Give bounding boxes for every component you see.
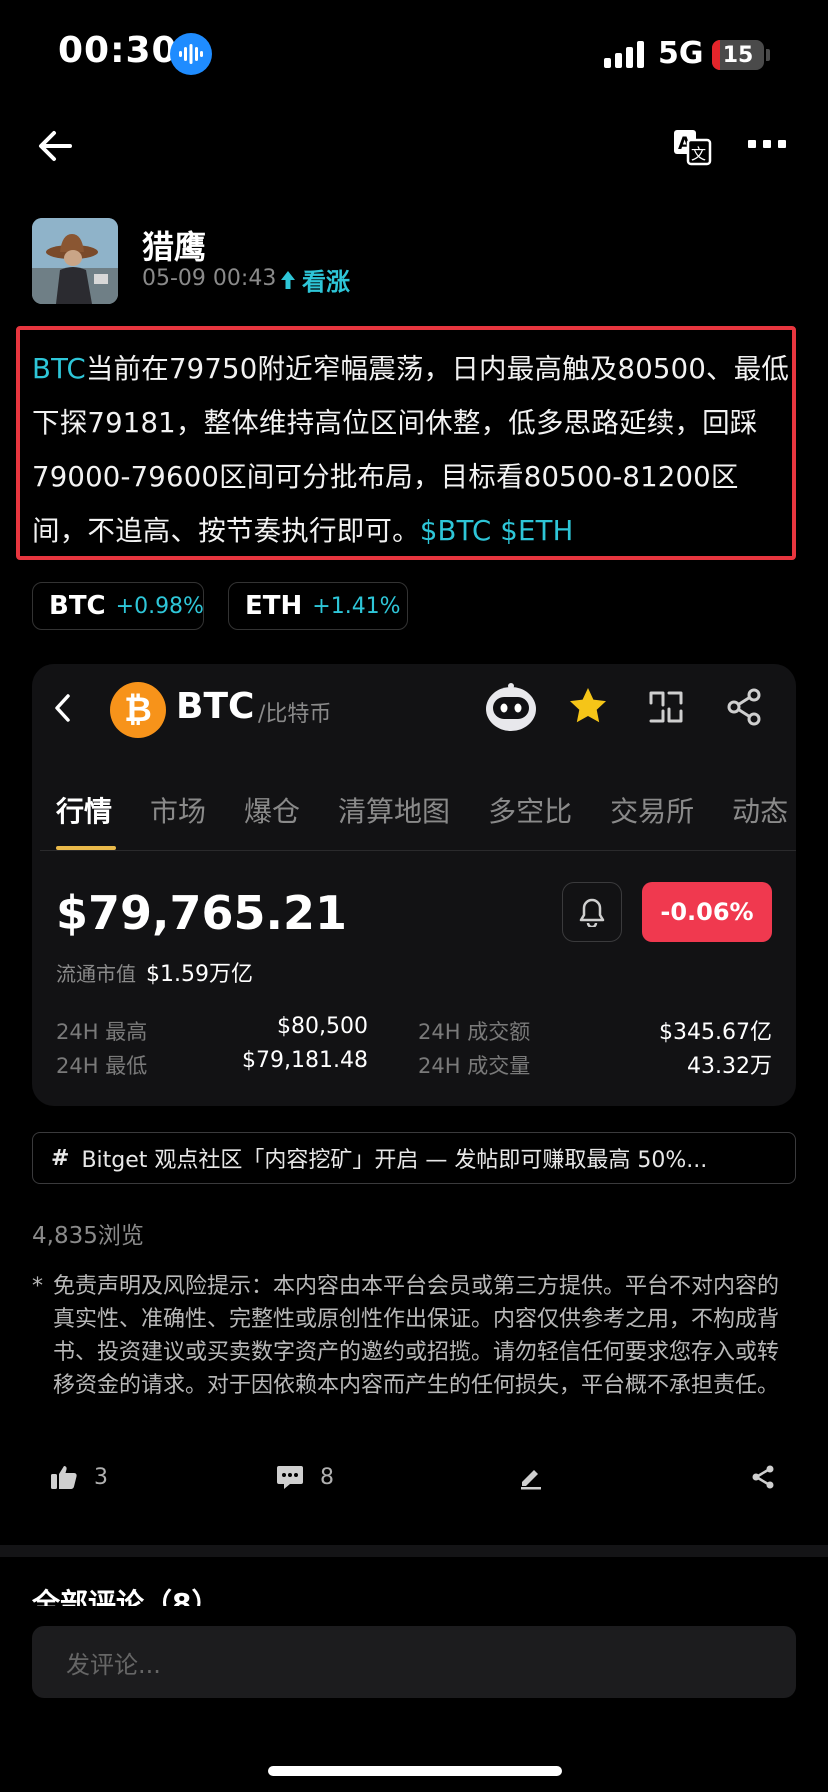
translate-icon[interactable]: A 文 (672, 128, 712, 166)
tab-liquidations[interactable]: 爆仓 (244, 790, 300, 830)
tab-exchanges[interactable]: 交易所 (610, 790, 694, 830)
comment-placeholder: 发评论... (66, 1650, 161, 1679)
chevron-left-icon[interactable] (50, 690, 76, 726)
price-change-badge: -0.06% (642, 882, 772, 942)
high-24h-value: $80,500 (277, 1014, 368, 1039)
post-body: 当前在79750附近窄幅震荡，日内最高触及80500、最低下探79181，整体维… (32, 353, 790, 547)
turnover-24h-label: 24H 成交额 (418, 1020, 531, 1044)
topic-banner[interactable]: # Bitget 观点社区「内容挖矿」开启 — 发帖即可赚取最高 50%... (32, 1132, 796, 1184)
more-icon[interactable] (748, 140, 786, 148)
star-icon[interactable] (568, 686, 608, 726)
ticker-change: +1.41% (312, 593, 401, 619)
ticker-symbol: ETH (245, 591, 303, 621)
comments-title: 全部评论（8） (32, 1587, 220, 1606)
thumbs-up-icon (51, 1466, 77, 1489)
post-prefix-tag[interactable]: BTC (32, 353, 86, 385)
tab-market[interactable]: 市场 (150, 790, 206, 830)
share-button[interactable] (750, 1464, 776, 1490)
market-cap-value: $1.59万亿 (146, 962, 253, 987)
bitcoin-logo-icon: ₿ (110, 682, 166, 738)
hashtag-icon: # (51, 1145, 70, 1171)
bell-icon[interactable] (562, 882, 622, 942)
coin-subtitle: /比特币 (258, 702, 332, 727)
tab-liquidation-map[interactable]: 清算地图 (338, 790, 450, 830)
post-time: 05-09 00:43 (142, 266, 277, 291)
battery-icon: 15 (712, 40, 764, 70)
ticker-chip-eth[interactable]: ETH +1.41% (228, 582, 408, 630)
post-content: BTC当前在79750附近窄幅震荡，日内最高触及80500、最低下探79181，… (32, 342, 792, 558)
market-tabs: 行情 市场 爆仓 清算地图 多空比 交易所 动态 (56, 790, 826, 830)
volume-24h-value: 43.32万 (687, 1054, 772, 1079)
signal-strength-icon (604, 40, 644, 68)
swap-icon[interactable] (648, 690, 684, 724)
low-24h-label: 24H 最低 (56, 1054, 148, 1078)
volume-24h-label: 24H 成交量 (418, 1054, 531, 1078)
like-count: 3 (94, 1464, 108, 1490)
turnover-24h-value: $345.67亿 (659, 1020, 772, 1045)
section-divider (0, 1545, 828, 1557)
tab-news[interactable]: 动态 (732, 790, 788, 830)
ticker-change: +0.98% (115, 593, 204, 619)
disclaimer-text: 免责声明及风险提示：本内容由本平台会员或第三方提供。平台不对内容的真实性、准确性… (53, 1274, 780, 1398)
sentiment-badge: 看涨 (280, 262, 350, 297)
view-count: 4,835浏览 (32, 1223, 144, 1249)
edit-button[interactable] (518, 1464, 544, 1490)
svg-text:文: 文 (691, 145, 706, 163)
comment-button[interactable]: 8 (276, 1464, 334, 1490)
tab-long-short-ratio[interactable]: 多空比 (488, 790, 572, 830)
network-type: 5G (658, 36, 704, 71)
battery-nub (766, 49, 770, 61)
comment-count: 8 (320, 1464, 334, 1490)
comment-icon (277, 1466, 303, 1489)
pencil-icon (521, 1470, 541, 1490)
status-time: 00:30 (58, 30, 178, 71)
tab-divider (40, 850, 796, 851)
like-button[interactable]: 3 (50, 1464, 108, 1490)
high-24h-label: 24H 最高 (56, 1020, 148, 1044)
ticker-chip-btc[interactable]: BTC +0.98% (32, 582, 204, 630)
home-indicator[interactable] (268, 1766, 562, 1776)
ticker-symbol: BTC (49, 591, 106, 621)
share-icon (752, 1465, 774, 1489)
waveform-icon (170, 33, 212, 75)
author-name[interactable]: 猎鹰 (142, 222, 206, 268)
post-tags[interactable]: $BTC $ETH (420, 515, 574, 547)
arrow-left-icon[interactable] (36, 126, 76, 166)
low-24h-value: $79,181.48 (242, 1048, 368, 1073)
share-icon[interactable] (726, 688, 762, 726)
battery-level: 15 (722, 42, 754, 68)
market-cap-label: 流通市值 (56, 962, 136, 986)
avatar[interactable] (32, 218, 118, 304)
disclaimer-mark: * (32, 1274, 43, 1299)
sentiment-label: 看涨 (302, 268, 350, 296)
robot-assistant-icon[interactable] (484, 682, 538, 732)
tab-quotes[interactable]: 行情 (56, 790, 112, 830)
coin-price: $79,765.21 (56, 886, 348, 940)
topic-text: Bitget 观点社区「内容挖矿」开启 — 发帖即可赚取最高 50%... (81, 1148, 708, 1173)
bullish-arrow-icon (281, 270, 295, 289)
disclaimer: * 免责声明及风险提示：本内容由本平台会员或第三方提供。平台不对内容的真实性、准… (32, 1270, 796, 1402)
comment-input[interactable]: 发评论... (32, 1626, 796, 1698)
coin-symbol: BTC (176, 686, 255, 727)
